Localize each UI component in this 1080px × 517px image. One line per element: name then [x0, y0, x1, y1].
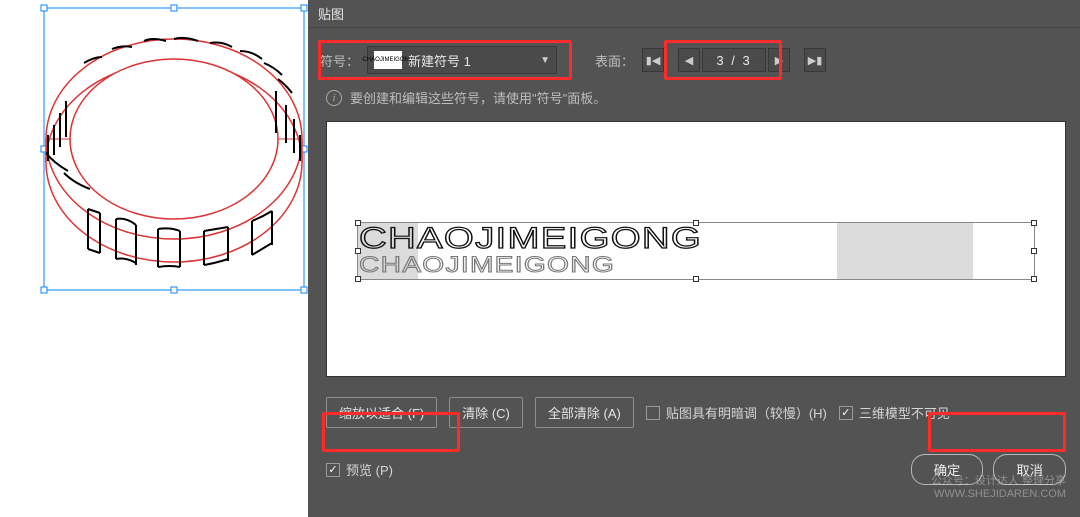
info-row: i 要创建和编辑这些符号，请使用"符号"面板。	[308, 86, 1080, 117]
ring-artwork	[0, 0, 308, 310]
symbol-dropdown[interactable]: CHAOJIMEIGONG 新建符号 1 ▼	[367, 46, 557, 74]
shading-checkbox[interactable]: 贴图具有明暗调（较慢）(H)	[646, 403, 827, 422]
watermark-line1: 公众号：设计达人 整理分享	[931, 475, 1066, 488]
last-surface-button[interactable]: ▶▮	[804, 48, 826, 72]
scale-to-fit-button[interactable]: 缩放以适合 (F)	[326, 397, 437, 428]
symbol-label: 符号：	[320, 51, 359, 70]
artwork-bounding-box[interactable]	[357, 222, 1035, 280]
map-art-dialog: 贴图 符号： CHAOJIMEIGONG 新建符号 1 ▼ 表面： ▮◀ ◀ 3…	[308, 0, 1080, 517]
invisible-geometry-label: 三维模型不可见	[859, 403, 950, 422]
watermark-line2: WWW.SHEJIDAREN.COM	[931, 488, 1066, 501]
options-row: 符号： CHAOJIMEIGONG 新建符号 1 ▼ 表面： ▮◀ ◀ 3 / …	[308, 28, 1080, 86]
clear-button[interactable]: 清除 (C)	[449, 397, 523, 428]
bottom-controls: 缩放以适合 (F) 清除 (C) 全部清除 (A) 贴图具有明暗调（较慢）(H)…	[308, 377, 1080, 434]
first-surface-button[interactable]: ▮◀	[642, 48, 664, 72]
canvas-area[interactable]	[0, 0, 308, 517]
preview-checkbox[interactable]: 预览 (P)	[326, 460, 393, 479]
checkbox-box	[839, 406, 853, 420]
dialog-title: 贴图	[308, 0, 1080, 28]
info-text: 要创建和编辑这些符号，请使用"符号"面板。	[350, 88, 606, 107]
next-surface-button[interactable]: ▶	[768, 48, 790, 72]
clear-all-button[interactable]: 全部清除 (A)	[535, 397, 634, 428]
prev-surface-button[interactable]: ◀	[678, 48, 700, 72]
surface-label: 表面：	[595, 51, 634, 70]
chevron-down-icon: ▼	[540, 55, 550, 66]
surface-page-display: 3 / 3	[702, 48, 766, 72]
symbol-selected-name: 新建符号 1	[408, 51, 471, 70]
preview-label: 预览 (P)	[346, 460, 393, 479]
invisible-geometry-checkbox[interactable]: 三维模型不可见	[839, 403, 950, 422]
preview-area[interactable]: CHAOJIMEIGONG CHAOJIMEIGONG	[326, 121, 1066, 377]
checkbox-box	[326, 463, 340, 477]
symbol-thumbnail: CHAOJIMEIGONG	[374, 51, 402, 69]
shading-label: 贴图具有明暗调（较慢）(H)	[666, 403, 827, 422]
checkbox-box	[646, 406, 660, 420]
watermark: 公众号：设计达人 整理分享 WWW.SHEJIDAREN.COM	[931, 475, 1066, 501]
surface-nav: ▮◀ ◀ 3 / 3 ▶ ▶▮	[642, 48, 826, 72]
info-icon: i	[326, 90, 342, 106]
